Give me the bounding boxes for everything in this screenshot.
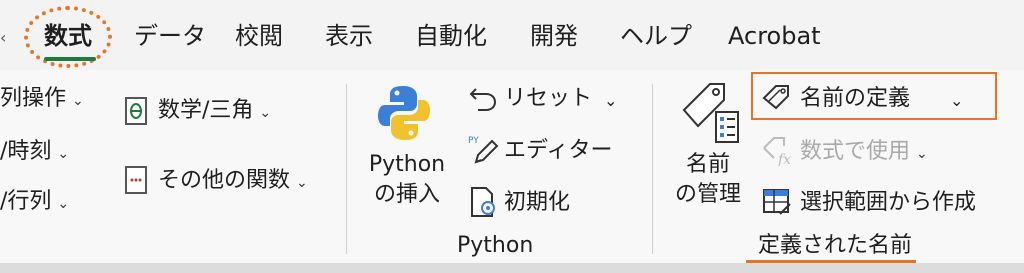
- reset-icon: [469, 88, 497, 111]
- reset-dropdown-chevron-icon[interactable]: ⌄: [604, 86, 617, 116]
- insert-python-button[interactable]: Python の挿入: [362, 150, 452, 210]
- define-name-tag-icon: [762, 85, 789, 110]
- define-name-label: 名前の定義: [800, 86, 911, 111]
- ribbon-bottom-edge: [0, 263, 1024, 273]
- editor-pen-icon: PY: [468, 136, 499, 164]
- svg-text:PY: PY: [468, 136, 479, 146]
- name-manager-button[interactable]: 名前 の管理: [668, 150, 748, 210]
- group-label-underline: [746, 260, 916, 263]
- reset-button[interactable]: リセット: [504, 84, 592, 114]
- use-in-formula-icon: fx: [763, 137, 791, 166]
- chevron-down-icon: ⌄: [259, 105, 272, 121]
- lookup-reference-label: 列操作: [0, 86, 67, 111]
- define-name-chevron-icon[interactable]: ⌄: [950, 86, 963, 116]
- group-separator: [346, 84, 347, 254]
- initialize-icon: [471, 187, 495, 217]
- defined-names-group-label: 定義された名前: [758, 233, 913, 258]
- math-trig-dropdown[interactable]: 数学/三角 ⌄: [158, 96, 271, 128]
- tab-view[interactable]: 表示: [325, 16, 373, 56]
- create-from-selection-icon: [763, 189, 791, 215]
- tab-data[interactable]: データ: [134, 16, 206, 56]
- active-tab-indicator: [44, 57, 96, 61]
- matrix-label: /行列: [0, 189, 52, 214]
- more-matrix-dropdown[interactable]: /行列 ⌄: [0, 187, 69, 219]
- lookup-reference-dropdown[interactable]: 列操作 ⌄: [0, 84, 84, 116]
- scroll-left-icon[interactable]: ‹: [0, 28, 6, 47]
- insert-python-label-2: の挿入: [373, 182, 440, 207]
- define-name-button[interactable]: 名前の定義: [800, 84, 910, 114]
- group-separator: [652, 84, 653, 254]
- more-functions-dropdown[interactable]: その他の関数 ⌄: [158, 166, 308, 198]
- tab-review[interactable]: 校閲: [235, 16, 283, 56]
- chevron-down-icon: ⌄: [57, 146, 70, 162]
- tab-developer[interactable]: 開発: [530, 16, 578, 56]
- tab-automate[interactable]: 自動化: [415, 16, 487, 56]
- chevron-down-icon: ⌄: [296, 175, 308, 191]
- python-group-label: Python: [457, 233, 534, 258]
- name-manager-label-2: の管理: [674, 182, 741, 207]
- insert-python-label-1: Python: [368, 152, 446, 177]
- more-functions-label: その他の関数: [158, 168, 291, 193]
- math-book-icon: [125, 97, 147, 125]
- name-manager-label-1: 名前: [685, 152, 730, 177]
- tab-help[interactable]: ヘルプ: [620, 16, 692, 56]
- use-in-formula-label: 数式で使用: [800, 139, 911, 164]
- initialize-button[interactable]: 初期化: [504, 188, 570, 218]
- editor-button[interactable]: エディター: [504, 136, 612, 166]
- chevron-down-icon: ⌄: [916, 146, 928, 162]
- name-manager-tag-icon: [682, 83, 739, 143]
- svg-text:fx: fx: [777, 152, 791, 166]
- date-time-label: /時刻: [0, 139, 52, 164]
- tab-acrobat[interactable]: Acrobat: [728, 16, 821, 56]
- math-trig-label: 数学/三角: [158, 98, 254, 123]
- more-functions-book-icon: [125, 166, 147, 194]
- chevron-down-icon: ⌄: [72, 93, 84, 109]
- python-logo-icon: [378, 86, 430, 140]
- use-in-formula-button[interactable]: 数式で使用 ⌄: [800, 137, 928, 169]
- chevron-down-icon: ⌄: [57, 196, 70, 212]
- date-time-dropdown[interactable]: /時刻 ⌄: [0, 137, 69, 169]
- create-from-selection-button[interactable]: 選択範囲から作成: [800, 188, 976, 218]
